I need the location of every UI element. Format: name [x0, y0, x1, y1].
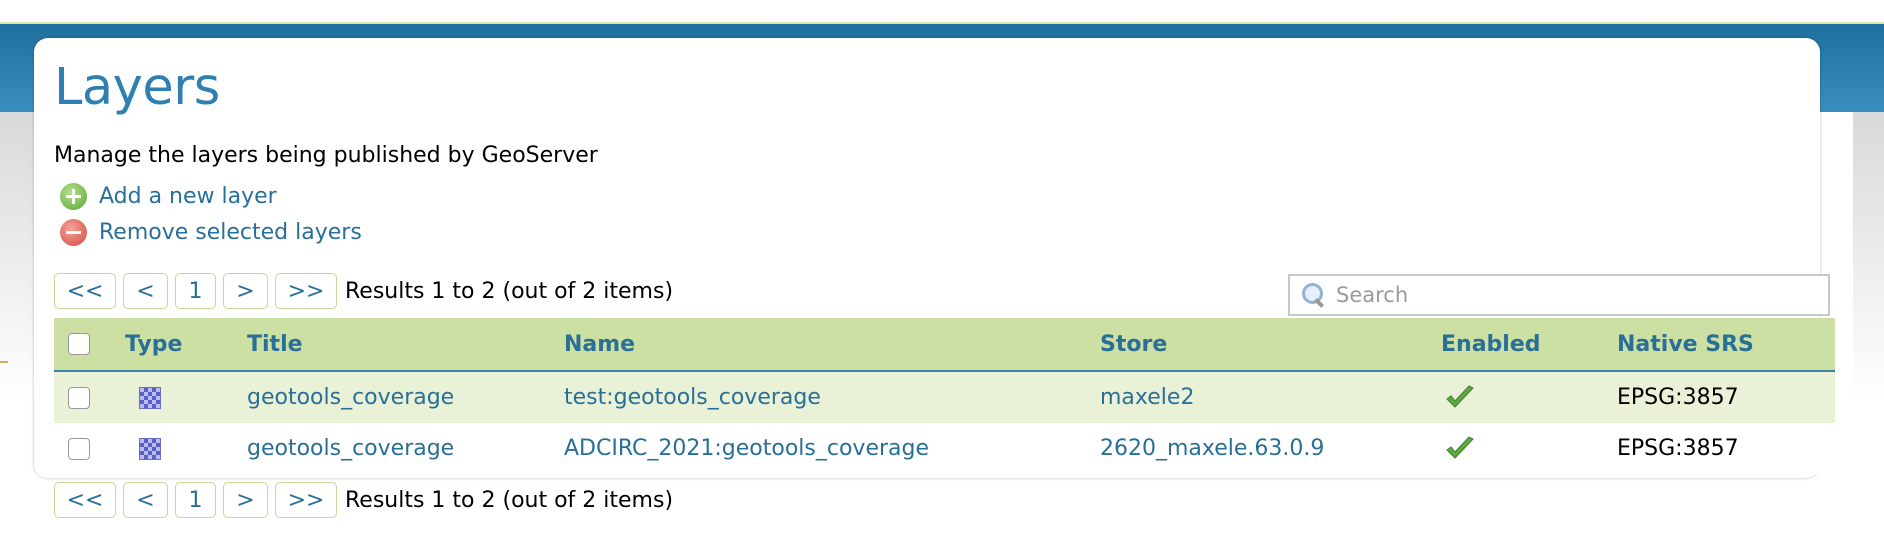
srs-cell: EPSG:3857: [1617, 371, 1835, 423]
left-gutter: [0, 112, 34, 472]
column-header-name[interactable]: Name: [564, 318, 1100, 372]
prev-page-button[interactable]: <: [123, 273, 168, 309]
page-title: Layers: [54, 58, 220, 117]
row-select-cell: [54, 423, 125, 474]
prev-page-button[interactable]: <: [123, 482, 168, 518]
table-row: geotools_coverage ADCIRC_2021:geotools_c…: [54, 423, 1835, 474]
add-layer-label: Add a new layer: [99, 184, 277, 209]
native-srs-value: EPSG:3857: [1617, 436, 1739, 461]
layer-name-link[interactable]: test:geotools_coverage: [564, 385, 821, 410]
type-cell: [125, 371, 247, 423]
column-header-native-srs[interactable]: Native SRS: [1617, 318, 1835, 372]
check-icon: [1446, 435, 1474, 459]
search-icon: [1300, 281, 1328, 309]
add-layer-link[interactable]: Add a new layer: [60, 183, 277, 210]
top-border: [0, 0, 1884, 24]
name-cell: test:geotools_coverage: [564, 371, 1100, 423]
check-icon: [1446, 384, 1474, 408]
search-input[interactable]: [1334, 282, 1818, 308]
type-cell: [125, 423, 247, 474]
enabled-cell: [1441, 423, 1617, 474]
column-header-type[interactable]: Type: [125, 318, 247, 372]
first-page-button[interactable]: <<: [54, 482, 116, 518]
page-description: Manage the layers being published by Geo…: [54, 143, 598, 168]
search-box[interactable]: [1288, 274, 1830, 316]
title-cell: geotools_coverage: [247, 371, 564, 423]
title-cell: geotools_coverage: [247, 423, 564, 474]
left-gutter-marker: [0, 361, 8, 363]
layer-title-link[interactable]: geotools_coverage: [247, 436, 454, 461]
layer-title-link[interactable]: geotools_coverage: [247, 385, 454, 410]
store-link[interactable]: 2620_maxele.63.0.9: [1100, 436, 1324, 461]
store-link[interactable]: maxele2: [1100, 385, 1194, 410]
raster-coverage-icon: [139, 386, 161, 409]
column-header-title[interactable]: Title: [247, 318, 564, 372]
layers-table: Type Title Name Store Enabled Native SRS…: [54, 318, 1835, 474]
native-srs-value: EPSG:3857: [1617, 385, 1739, 410]
layer-name-link[interactable]: ADCIRC_2021:geotools_coverage: [564, 436, 929, 461]
srs-cell: EPSG:3857: [1617, 423, 1835, 474]
table-row: geotools_coverage test:geotools_coverage…: [54, 371, 1835, 423]
enabled-cell: [1441, 371, 1617, 423]
pager-top: << < 1 > >> Results 1 to 2 (out of 2 ite…: [54, 273, 673, 309]
last-page-button[interactable]: >>: [275, 273, 337, 309]
select-all-cell: [54, 318, 125, 372]
first-page-button[interactable]: <<: [54, 273, 116, 309]
remove-layers-label: Remove selected layers: [99, 220, 362, 245]
row-checkbox[interactable]: [68, 437, 90, 460]
select-all-checkbox[interactable]: [68, 333, 90, 355]
row-checkbox[interactable]: [68, 386, 90, 409]
right-gutter: [1853, 112, 1884, 472]
table-header-row: Type Title Name Store Enabled Native SRS: [54, 318, 1835, 372]
column-header-enabled[interactable]: Enabled: [1441, 318, 1617, 372]
store-cell: maxele2: [1100, 371, 1441, 423]
column-header-store[interactable]: Store: [1100, 318, 1441, 372]
add-icon: [60, 183, 87, 210]
page-1-button[interactable]: 1: [175, 482, 216, 518]
last-page-button[interactable]: >>: [275, 482, 337, 518]
next-page-button[interactable]: >: [223, 273, 268, 309]
name-cell: ADCIRC_2021:geotools_coverage: [564, 423, 1100, 474]
raster-coverage-icon: [139, 437, 161, 460]
remove-icon: [60, 219, 87, 246]
results-summary: Results 1 to 2 (out of 2 items): [345, 278, 674, 304]
store-cell: 2620_maxele.63.0.9: [1100, 423, 1441, 474]
row-select-cell: [54, 371, 125, 423]
page-1-button[interactable]: 1: [175, 273, 216, 309]
results-summary: Results 1 to 2 (out of 2 items): [345, 487, 674, 513]
remove-layers-link[interactable]: Remove selected layers: [60, 219, 362, 246]
pager-bottom: << < 1 > >> Results 1 to 2 (out of 2 ite…: [54, 482, 673, 518]
next-page-button[interactable]: >: [223, 482, 268, 518]
